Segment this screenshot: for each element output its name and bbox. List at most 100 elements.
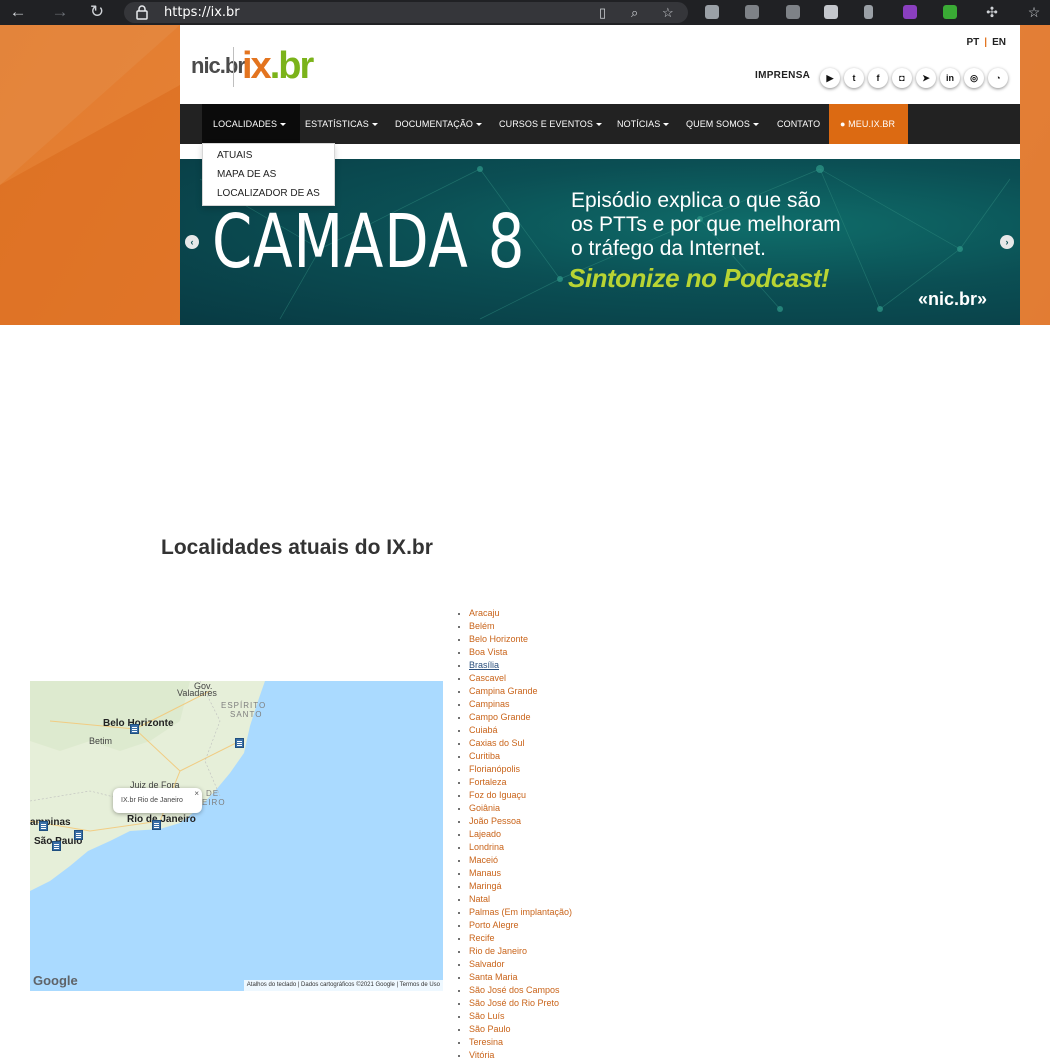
flickr-icon[interactable]: ◘ — [892, 68, 912, 88]
caret-down-icon — [280, 123, 287, 127]
reload-icon[interactable]: ↻ — [87, 2, 107, 22]
location-link[interactable]: Vitória — [457, 1049, 572, 1062]
twitter-icon[interactable]: t — [844, 68, 864, 88]
pocket-extension-icon[interactable] — [943, 5, 957, 19]
nav-quem-somos[interactable]: QUEM SOMOS — [686, 104, 760, 144]
location-link[interactable]: João Pessoa — [457, 815, 572, 828]
map-marker-sao-paulo[interactable] — [52, 841, 61, 851]
extensions-puzzle-icon[interactable]: ✣ — [982, 2, 1002, 22]
location-link[interactable]: São José dos Campos — [457, 984, 572, 997]
location-link[interactable]: Palmas (Em implantação) — [457, 906, 572, 919]
location-link[interactable]: Manaus — [457, 867, 572, 880]
location-link[interactable]: Lajeado — [457, 828, 572, 841]
chevron-right-icon[interactable]: › — [1000, 235, 1014, 249]
location-link[interactable]: Belo Horizonte — [457, 633, 572, 646]
location-link[interactable]: Florianópolis — [457, 763, 572, 776]
location-link[interactable]: Goiânia — [457, 802, 572, 815]
lang-en-link[interactable]: EN — [992, 37, 1006, 48]
nav-documentacao[interactable]: DOCUMENTAÇÃO — [395, 104, 483, 144]
dropdown-item-localizador-de-as[interactable]: LOCALIZADOR DE AS — [217, 188, 320, 199]
imprensa-link[interactable]: IMPRENSA — [755, 70, 810, 81]
location-link[interactable]: Cuiabá — [457, 724, 572, 737]
extension-icon[interactable] — [903, 5, 917, 19]
telegram-icon[interactable]: ➤ — [916, 68, 936, 88]
dropdown-item-mapa-de-as[interactable]: MAPA DE AS — [217, 169, 276, 180]
map-marker-belo-horizonte[interactable] — [130, 724, 139, 734]
favorites-icon[interactable]: ☆ — [1024, 2, 1044, 22]
location-link[interactable]: Santa Maria — [457, 971, 572, 984]
qr-extension-icon[interactable] — [824, 5, 838, 19]
location-link[interactable]: Caxias do Sul — [457, 737, 572, 750]
lang-pt-link[interactable]: PT — [967, 37, 980, 48]
caret-down-icon — [476, 123, 483, 127]
banner-line: o tráfego da Internet. — [571, 237, 766, 260]
location-link[interactable]: Maringá — [457, 880, 572, 893]
extension-icon[interactable] — [705, 5, 719, 19]
forward-icon[interactable]: → — [50, 2, 70, 22]
url-text: https://ix.br — [164, 5, 240, 20]
location-link[interactable]: Aracaju — [457, 607, 572, 620]
dropdown-item-atuais[interactable]: ATUAIS — [217, 150, 252, 161]
location-link[interactable]: Cascavel — [457, 672, 572, 685]
location-link[interactable]: Porto Alegre — [457, 919, 572, 932]
youtube-icon[interactable]: ▶ — [820, 68, 840, 88]
linkedin-icon[interactable]: in — [940, 68, 960, 88]
nav-label: MEU.IX.BR — [848, 119, 896, 129]
extension-icon[interactable] — [864, 5, 873, 19]
reader-mode-icon[interactable]: ▯ — [599, 5, 606, 21]
caret-down-icon — [753, 123, 760, 127]
location-link[interactable]: Maceió — [457, 854, 572, 867]
map-marker-vitoria[interactable] — [235, 738, 244, 748]
google-logo[interactable]: Google — [33, 973, 78, 988]
nav-meu-ix-br[interactable]: ● MEU.IX.BR — [829, 104, 908, 144]
rss-icon[interactable]: ◔ — [988, 68, 1008, 88]
banner-cta: Sintonize no Podcast! — [568, 263, 830, 293]
facebook-icon[interactable]: f — [868, 68, 888, 88]
location-link[interactable]: Boa Vista — [457, 646, 572, 659]
location-link[interactable]: Brasília — [457, 659, 572, 672]
extension-icon[interactable] — [745, 5, 759, 19]
map-marker-campinas[interactable] — [39, 821, 48, 831]
banner-line: Episódio explica o que são — [571, 189, 821, 212]
zoom-icon[interactable]: ⌕ — [631, 5, 638, 21]
location-link[interactable]: São Paulo — [457, 1023, 572, 1036]
nav-cursos-eventos[interactable]: CURSOS E EVENTOS — [499, 104, 602, 144]
locations-map[interactable]: Gov. Valadares ESPÍRITO SANTO Belo Horiz… — [30, 681, 443, 991]
nic-br-logo[interactable]: nic.br — [191, 53, 246, 79]
ix-br-logo[interactable]: ix.br — [242, 45, 314, 88]
close-icon[interactable]: × — [194, 789, 199, 798]
location-link[interactable]: São José do Rio Preto — [457, 997, 572, 1010]
map-marker-sao-jose-dos-campos[interactable] — [74, 830, 83, 840]
location-link[interactable]: Londrina — [457, 841, 572, 854]
location-link[interactable]: Natal — [457, 893, 572, 906]
location-link[interactable]: Belém — [457, 620, 572, 633]
tag-extension-icon[interactable] — [786, 5, 800, 19]
map-attribution[interactable]: Atalhos do teclado | Dados cartográficos… — [243, 980, 443, 991]
address-bar[interactable]: https://ix.br ▯ ⌕ ☆ — [124, 2, 688, 23]
location-link[interactable]: São Luís — [457, 1010, 572, 1023]
logo-divider — [233, 47, 234, 87]
map-marker-rio-de-janeiro[interactable] — [152, 820, 161, 830]
nav-localidades[interactable]: LOCALIDADES — [202, 104, 300, 144]
location-link[interactable]: Fortaleza — [457, 776, 572, 789]
favorite-add-icon[interactable]: ☆ — [662, 5, 674, 21]
location-link[interactable]: Rio de Janeiro — [457, 945, 572, 958]
location-link[interactable]: Teresina — [457, 1036, 572, 1049]
location-link[interactable]: Salvador — [457, 958, 572, 971]
chevron-left-icon[interactable]: ‹ — [185, 235, 199, 249]
location-link[interactable]: Campina Grande — [457, 685, 572, 698]
nav-label: QUEM SOMOS — [686, 119, 751, 129]
nav-label: ESTATÍSTICAS — [305, 119, 369, 129]
nav-noticias[interactable]: NOTÍCIAS — [617, 104, 670, 144]
back-icon[interactable]: ← — [8, 2, 28, 22]
instagram-icon[interactable]: ◎ — [964, 68, 984, 88]
banner-title: CAMADA 8 — [212, 199, 526, 285]
location-link[interactable]: Campo Grande — [457, 711, 572, 724]
nav-estatisticas[interactable]: ESTATÍSTICAS — [305, 104, 378, 144]
location-link[interactable]: Campinas — [457, 698, 572, 711]
location-link[interactable]: Recife — [457, 932, 572, 945]
location-link[interactable]: Foz do Iguaçu — [457, 789, 572, 802]
location-link[interactable]: Curitiba — [457, 750, 572, 763]
banner-text: Episódio explica o que são os PTTs e por… — [571, 189, 841, 261]
nav-contato[interactable]: CONTATO — [777, 104, 820, 144]
